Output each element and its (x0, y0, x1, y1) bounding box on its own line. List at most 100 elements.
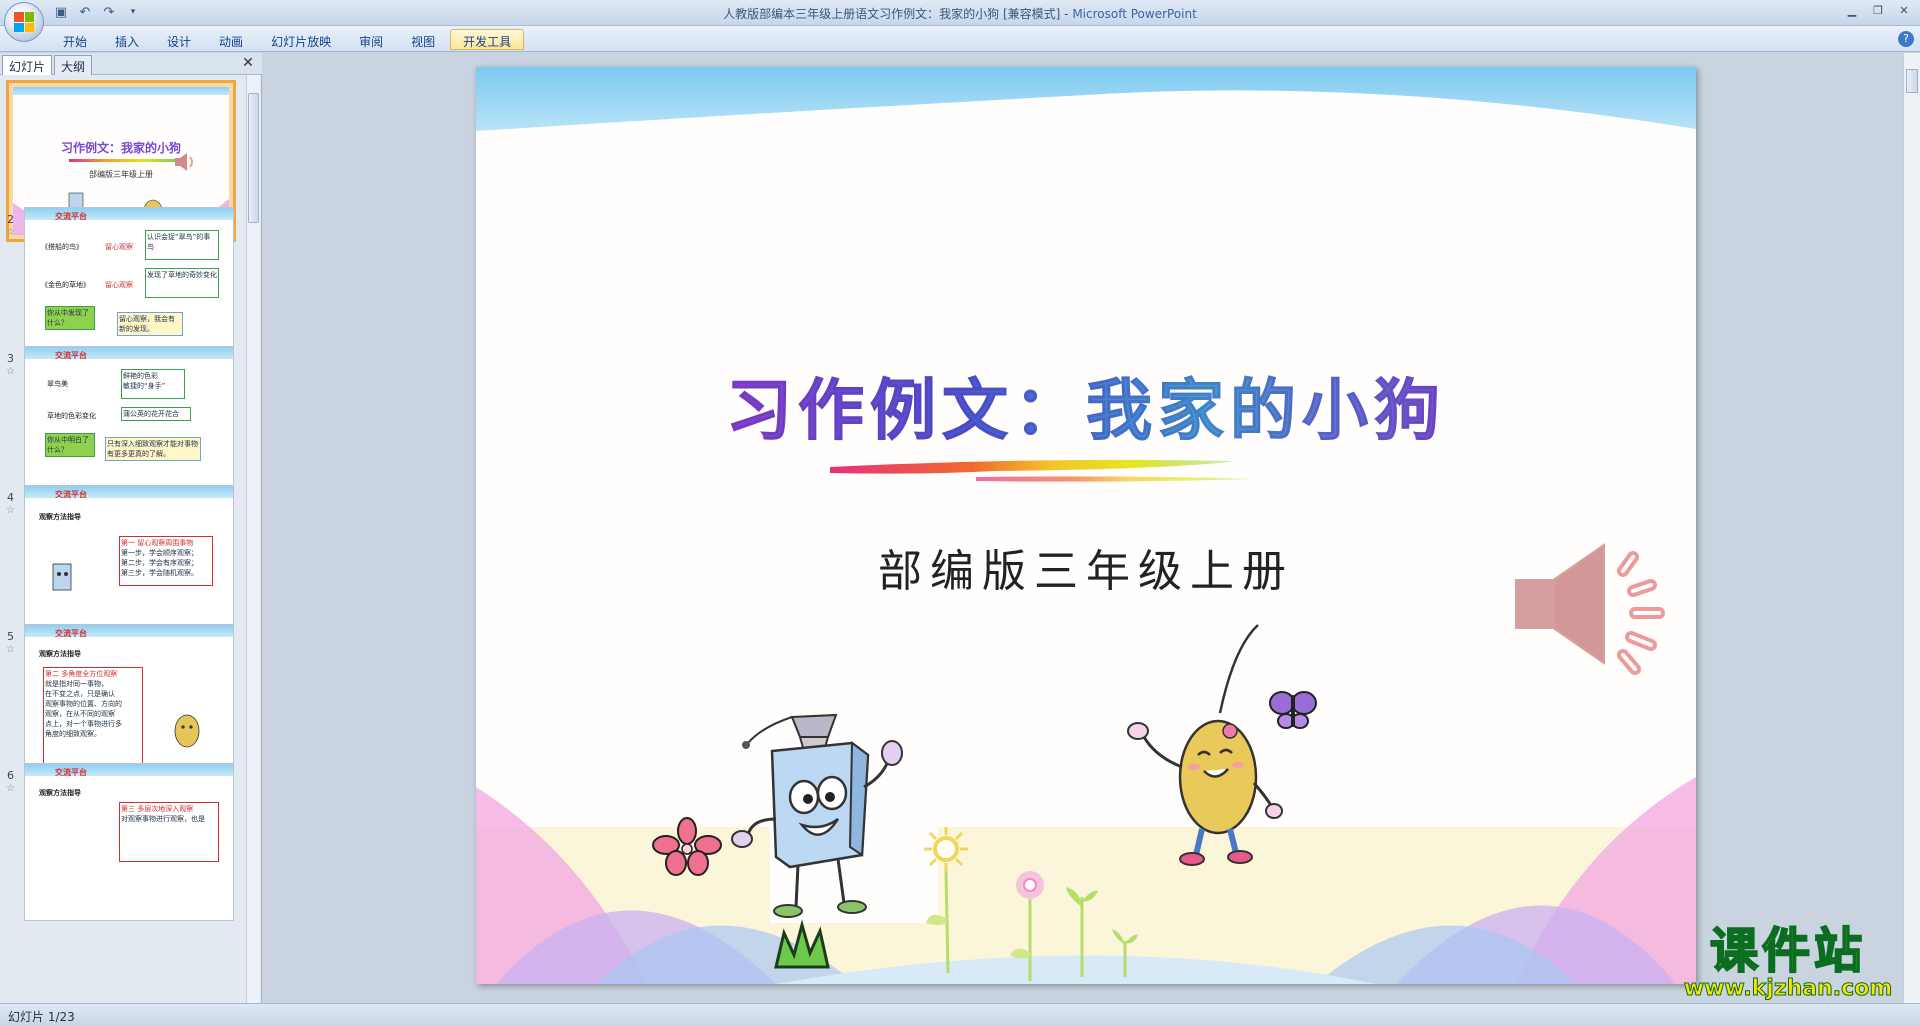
thumb-text: 观察方法指导 (39, 789, 81, 797)
slide-thumbnail-4[interactable]: 交流平台 观察方法指导 第一 留心观察周围事物 第一步，学会顺序观察； 第二步，… (24, 485, 234, 643)
sprout-icon (1066, 887, 1098, 977)
thumb-box: 鲜艳的色彩敏捷的“身手” (121, 369, 185, 399)
thumb-text: 敏捷的“身手” (123, 382, 166, 390)
sprout-icon (1112, 929, 1138, 977)
window-controls: ▁ ❐ ✕ (1840, 2, 1916, 18)
ribbon: 开始 插入 设计 动画 幻灯片放映 审阅 视图 开发工具 ? (0, 26, 1920, 52)
thumb-box: 发现了草地的奇妙变化 (145, 268, 219, 298)
scrollbar-thumb[interactable] (248, 93, 259, 223)
animation-star-icon: ☆ (6, 366, 15, 377)
panel-tabs: 幻灯片 大纲 ✕ (0, 53, 262, 75)
thumb-text: 留心观察 (105, 281, 133, 289)
window-title-text: 人教版部编本三年级上册语文习作例文：我家的小狗 [兼容模式] - (723, 7, 1073, 21)
site-watermark: 课件站 www.kjzhan.com (1668, 923, 1908, 1003)
office-button[interactable] (4, 2, 44, 42)
thumb-number: 3 (7, 352, 14, 365)
slide-thumbnail-6[interactable]: 交流平台 观察方法指导 第三 多层次地深入观察 对观察事物进行观察，也是 (24, 763, 234, 921)
minimize-icon[interactable]: ▁ (1840, 2, 1864, 18)
watermark-logo: 课件站 (1709, 923, 1866, 979)
speaker-icon[interactable] (1511, 537, 1681, 687)
thumb-box: 第一 留心观察周围事物 第一步，学会顺序观察； 第二步，学会有序观察； 第三步，… (119, 536, 213, 586)
tab-slides[interactable]: 幻灯片 (2, 55, 53, 75)
maximize-icon[interactable]: ❐ (1866, 2, 1890, 18)
thumb-text: 鲜艳的色彩 (123, 372, 158, 380)
thumb-number: 4 (7, 491, 14, 504)
help-icon[interactable]: ? (1898, 31, 1914, 47)
thumb-text: 对观察事物进行观察，也是 (121, 815, 205, 823)
thumb-text: 就是指对同一事物， (45, 680, 108, 688)
flower-icon (652, 817, 722, 876)
window-title: 人教版部编本三年级上册语文习作例文：我家的小狗 [兼容模式] - Microso… (0, 5, 1920, 22)
tab-animations[interactable]: 动画 (206, 29, 256, 50)
thumb-text: 第一步，学会顺序观察； (121, 549, 198, 557)
thumb-number: 6 (7, 769, 14, 782)
thumb-text: 观察事物的位置、方向的 (45, 700, 122, 708)
slide-thumbnail-5[interactable]: 交流平台 观察方法指导 第二 多角度全方位观察 就是指对同一事物， 在不变之点，… (24, 624, 234, 782)
tab-home[interactable]: 开始 (50, 29, 100, 50)
close-icon[interactable]: ✕ (1892, 2, 1916, 18)
slide-editor: 习作例文：我家的小狗 部编版三年级上册 (263, 53, 1903, 1003)
thumb-heading: 交流平台 (55, 768, 87, 777)
thumb-bubble: 你从中发现了什么？ (45, 306, 95, 330)
thumb-box: 认识会捉“翠鸟”的事鸟 (145, 230, 219, 260)
office-logo-icon (14, 12, 34, 32)
close-panel-icon[interactable]: ✕ (240, 55, 256, 71)
thumb-text: 第三步，学会随机观察。 (121, 569, 198, 577)
tab-design[interactable]: 设计 (154, 29, 204, 50)
slide-title[interactable]: 习作例文：我家的小狗 (476, 357, 1696, 453)
thumb-text: 《金色的草地》 (41, 281, 90, 289)
sunflower-icon (924, 827, 968, 974)
editor-scrollbar[interactable] (1903, 53, 1920, 1003)
scrollbar-thumb[interactable] (1906, 69, 1918, 93)
thumb-text: 《搭船的鸟》 (41, 243, 83, 251)
tab-outline[interactable]: 大纲 (54, 55, 93, 75)
pink-flower-icon (1010, 871, 1044, 981)
animation-star-icon: ☆ (6, 227, 15, 238)
thumb-sky (13, 87, 229, 95)
thumb-number: 2 (7, 213, 14, 226)
ribbon-tabs: 开始 插入 设计 动画 幻灯片放映 审阅 视图 开发工具 (50, 29, 525, 50)
thumb-heading: 交流平台 (55, 212, 87, 221)
thumb-book-character (52, 563, 72, 591)
thumb-text: 第三 多层次地深入观察 (121, 805, 194, 813)
thumb-text: 草地的色彩变化 (47, 412, 96, 420)
tab-view[interactable]: 视图 (398, 29, 448, 50)
tab-insert[interactable]: 插入 (102, 29, 152, 50)
tab-slideshow[interactable]: 幻灯片放映 (258, 29, 344, 50)
thumb-text: 观察方法指导 (39, 650, 81, 658)
thumb-text: 点上，对一个事物进行多 (45, 720, 122, 728)
thumb-potato-character (174, 714, 200, 748)
thumb-text: 翠鸟美 (47, 380, 68, 388)
current-slide[interactable]: 习作例文：我家的小狗 部编版三年级上册 (476, 67, 1696, 984)
grass-icon (774, 919, 830, 969)
thumb-box: 第三 多层次地深入观察 对观察事物进行观察，也是 (119, 802, 219, 862)
tab-review[interactable]: 审阅 (346, 29, 396, 50)
watermark-url: www.kjzhan.com (1683, 976, 1893, 1001)
status-bar: 幻灯片 1/23 (0, 1003, 1920, 1025)
thumb-box: 蒲公英的花开花合 (121, 407, 191, 421)
thumb-text: 第一 留心观察周围事物 (121, 539, 194, 547)
thumb-text: 角度的细致观察。 (45, 730, 101, 738)
animation-star-icon: ☆ (6, 783, 15, 794)
thumb-text: 观察方法指导 (39, 513, 81, 521)
app-name: Microsoft PowerPoint (1072, 7, 1197, 21)
thumb-heading: 交流平台 (55, 490, 87, 499)
thumb-text: 留心观察 (105, 243, 133, 251)
slide-thumbnails-panel: 1 ☆ 习作例文：我家的小狗 部编版三年级上册 2 ☆ (0, 75, 262, 1003)
thumb-brush (69, 159, 179, 162)
animation-star-icon: ☆ (6, 505, 15, 516)
title-bar: ▣ ↶ ↷ ▾ 人教版部编本三年级上册语文习作例文：我家的小狗 [兼容模式] -… (0, 0, 1920, 26)
thumb-text: 第二步，学会有序观察； (121, 559, 198, 567)
tab-developer[interactable]: 开发工具 (450, 29, 525, 50)
thumb-bubble: 你从中明白了什么？ (45, 433, 95, 457)
thumb-speaker-icon (175, 153, 193, 171)
thumb-text: 第二 多角度全方位观察 (45, 670, 118, 678)
thumb-heading: 交流平台 (55, 629, 87, 638)
thumb-text: 在不变之点，只是确认 (45, 690, 115, 698)
thumbnails-scrollbar[interactable] (246, 75, 260, 1003)
thumb-bubble: 留心观察，我会有新的发现。 (117, 312, 183, 336)
slide-thumbnail-2[interactable]: 交流平台 《搭船的鸟》 留心观察 认识会捉“翠鸟”的事鸟 《金色的草地》 留心观… (24, 207, 234, 365)
slide-thumbnail-3[interactable]: 交流平台 翠鸟美 鲜艳的色彩敏捷的“身手” 草地的色彩变化 蒲公英的花开花合 你… (24, 346, 234, 504)
thumb-bubble: 只有深入细致观察才能对事物有更多更真的了解。 (105, 437, 201, 461)
thumb-heading: 交流平台 (55, 351, 87, 360)
